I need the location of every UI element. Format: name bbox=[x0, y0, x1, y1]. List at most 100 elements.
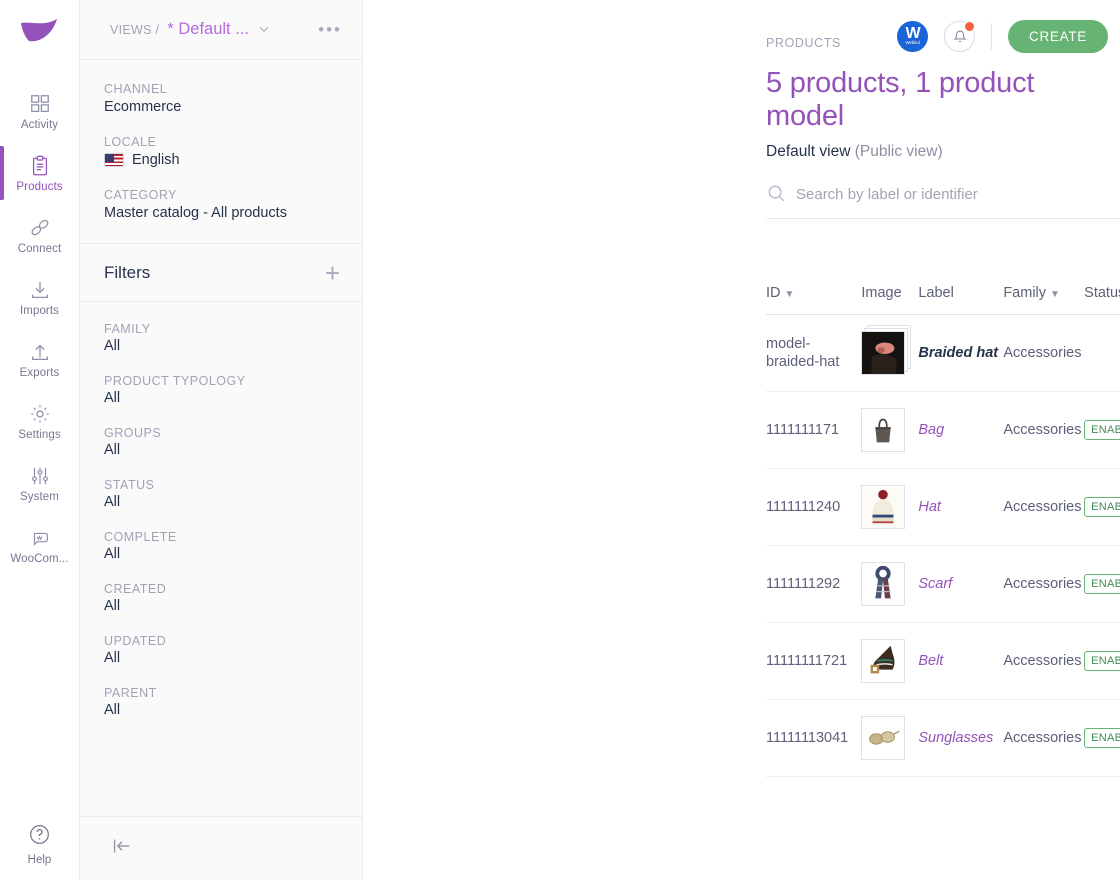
cell-status: ENABLED bbox=[1084, 391, 1120, 469]
chevron-down-icon[interactable] bbox=[257, 22, 271, 38]
columns-row: COLUMNS bbox=[766, 237, 1120, 267]
filter-value: All bbox=[104, 338, 121, 354]
row-id: 1111111171 bbox=[766, 422, 840, 438]
filter-key: PARENT bbox=[104, 686, 157, 700]
filter-updated[interactable]: UPDATED All bbox=[104, 634, 338, 666]
sidebar-item-connect[interactable]: Connect bbox=[0, 204, 79, 266]
export-arrow-up-icon bbox=[28, 340, 52, 364]
filter-family[interactable]: FAMILY All bbox=[104, 322, 338, 354]
table-row[interactable]: 1111111240 Hat Accessories ENAB bbox=[766, 468, 1120, 546]
sidebar-item-label: Connect bbox=[17, 242, 62, 255]
filter-product-typology[interactable]: PRODUCT TYPOLOGY All bbox=[104, 374, 338, 406]
table-head: ID▼ Image Label Family▼ Status▼ Complete… bbox=[766, 285, 1120, 315]
row-label[interactable]: Bag bbox=[918, 422, 944, 438]
current-view-name[interactable]: * Default ... bbox=[167, 20, 249, 39]
filter-value: All bbox=[104, 650, 121, 666]
cell-image bbox=[861, 468, 919, 546]
scarf-thumbnail bbox=[861, 562, 906, 606]
row-label[interactable]: Belt bbox=[918, 653, 943, 669]
cell-label: Braided hat bbox=[918, 314, 1004, 392]
avatar[interactable]: W Webkul bbox=[897, 21, 929, 52]
table-row[interactable]: 1111111171 Bag Accessories ENAB bbox=[766, 391, 1120, 469]
context-category[interactable]: CATEGORY Master catalog - All products bbox=[104, 188, 342, 221]
cell-label: Hat bbox=[918, 468, 1004, 546]
search-icon bbox=[766, 183, 788, 205]
nav-list: Activity Products Connect Imports Export… bbox=[0, 80, 79, 576]
table-row[interactable]: 11111113041 Sunglasses Accessories ENAB bbox=[766, 699, 1120, 777]
view-name: Default view bbox=[766, 143, 851, 160]
hat-thumbnail bbox=[861, 485, 906, 529]
create-button[interactable]: CREATE bbox=[1008, 20, 1108, 53]
collapse-panel-left-icon[interactable] bbox=[110, 835, 132, 862]
page-title: 5 products, 1 product model bbox=[766, 67, 1035, 132]
context-locale[interactable]: LOCALE English bbox=[104, 135, 342, 168]
sunglasses-thumbnail bbox=[861, 716, 906, 760]
column-header-family[interactable]: Family ▼ bbox=[1003, 285, 1085, 315]
main-content: PRODUCTS W Webkul CREATE 5 products, 1 p… bbox=[363, 0, 1120, 880]
row-label[interactable]: Scarf bbox=[918, 576, 952, 592]
table-row[interactable]: 1111111292 Scarf Accessories ENAB bbox=[766, 545, 1120, 623]
column-header-status[interactable]: Status▼ bbox=[1084, 285, 1120, 315]
sidebar-item-settings[interactable]: Settings bbox=[0, 390, 79, 452]
row-family: Accessories bbox=[1003, 730, 1082, 746]
sidebar-item-system[interactable]: System bbox=[0, 452, 79, 514]
column-header-label: Label bbox=[918, 285, 1004, 315]
cell-label: Sunglasses bbox=[918, 699, 1004, 777]
column-label: Label bbox=[918, 285, 954, 301]
row-id: 1111111240 bbox=[766, 499, 841, 515]
avatar-initial: W bbox=[905, 24, 920, 42]
row-id: 11111111721 bbox=[766, 653, 848, 669]
filter-key: STATUS bbox=[104, 478, 155, 492]
cell-id: 11111113041 bbox=[766, 699, 862, 777]
help-label: Help bbox=[27, 854, 52, 866]
sidebar-item-activity[interactable]: Activity bbox=[0, 80, 79, 142]
sidebar-item-label: WooCom... bbox=[10, 552, 69, 565]
import-arrow-down-icon bbox=[28, 278, 52, 302]
views-header: VIEWS / * Default ... ••• bbox=[80, 0, 362, 60]
filter-complete[interactable]: COMPLETE All bbox=[104, 530, 338, 562]
table-row[interactable]: model-braided-hat Braided hat Accessorie… bbox=[766, 314, 1120, 392]
header-actions: W Webkul CREATE bbox=[897, 20, 1120, 53]
filter-created[interactable]: CREATED All bbox=[104, 582, 338, 614]
sort-caret-icon: ▼ bbox=[784, 289, 795, 300]
views-more-menu-icon[interactable]: ••• bbox=[318, 21, 342, 38]
sidebar-item-imports[interactable]: Imports bbox=[0, 266, 79, 328]
status-badge: ENABLED bbox=[1084, 420, 1120, 440]
products-table: ID▼ Image Label Family▼ Status▼ Complete… bbox=[766, 285, 1120, 777]
sidebar-item-label: Exports bbox=[19, 366, 60, 379]
notification-bell-icon[interactable] bbox=[944, 21, 976, 52]
sidebar-item-exports[interactable]: Exports bbox=[0, 328, 79, 390]
us-flag-icon bbox=[104, 153, 124, 167]
add-filter-button[interactable]: + bbox=[325, 260, 340, 286]
filter-value: All bbox=[104, 702, 121, 718]
row-family: Accessories bbox=[1003, 653, 1082, 669]
row-label[interactable]: Hat bbox=[918, 499, 941, 515]
filter-value: All bbox=[104, 598, 121, 614]
column-header-id[interactable]: ID ▼ bbox=[766, 285, 862, 315]
filters-title: Filters bbox=[104, 262, 151, 282]
cell-image bbox=[861, 314, 919, 392]
filter-parent[interactable]: PARENT All bbox=[104, 686, 338, 718]
row-label[interactable]: Sunglasses bbox=[918, 730, 993, 746]
filter-status[interactable]: STATUS All bbox=[104, 478, 338, 510]
column-label: Image bbox=[861, 285, 902, 301]
view-subtitle: Default view (Public view) bbox=[766, 143, 1120, 161]
filter-groups[interactable]: GROUPS All bbox=[104, 426, 338, 458]
braided-hat-thumbnail bbox=[861, 331, 906, 375]
help-button[interactable]: Help bbox=[0, 823, 79, 866]
cell-image bbox=[861, 545, 919, 623]
akeneo-logo[interactable] bbox=[17, 14, 63, 64]
sidebar-item-label: Activity bbox=[20, 118, 59, 131]
sidebar-item-label: Settings bbox=[18, 428, 61, 441]
column-label: Status bbox=[1084, 285, 1120, 301]
row-family: Accessories bbox=[1003, 499, 1082, 515]
view-type: (Public view) bbox=[854, 143, 943, 160]
row-label[interactable]: Braided hat bbox=[918, 345, 998, 361]
context-channel[interactable]: CHANNEL Ecommerce bbox=[104, 82, 342, 115]
page-header-row: PRODUCTS W Webkul CREATE bbox=[766, 20, 1120, 53]
sidebar-item-woocommerce[interactable]: WooCom... bbox=[0, 514, 79, 576]
cell-image bbox=[861, 391, 919, 469]
search-input[interactable] bbox=[796, 185, 1120, 203]
table-row[interactable]: 11111111721 Belt Accessories ENAB bbox=[766, 622, 1120, 700]
sidebar-item-products[interactable]: Products bbox=[0, 142, 79, 204]
